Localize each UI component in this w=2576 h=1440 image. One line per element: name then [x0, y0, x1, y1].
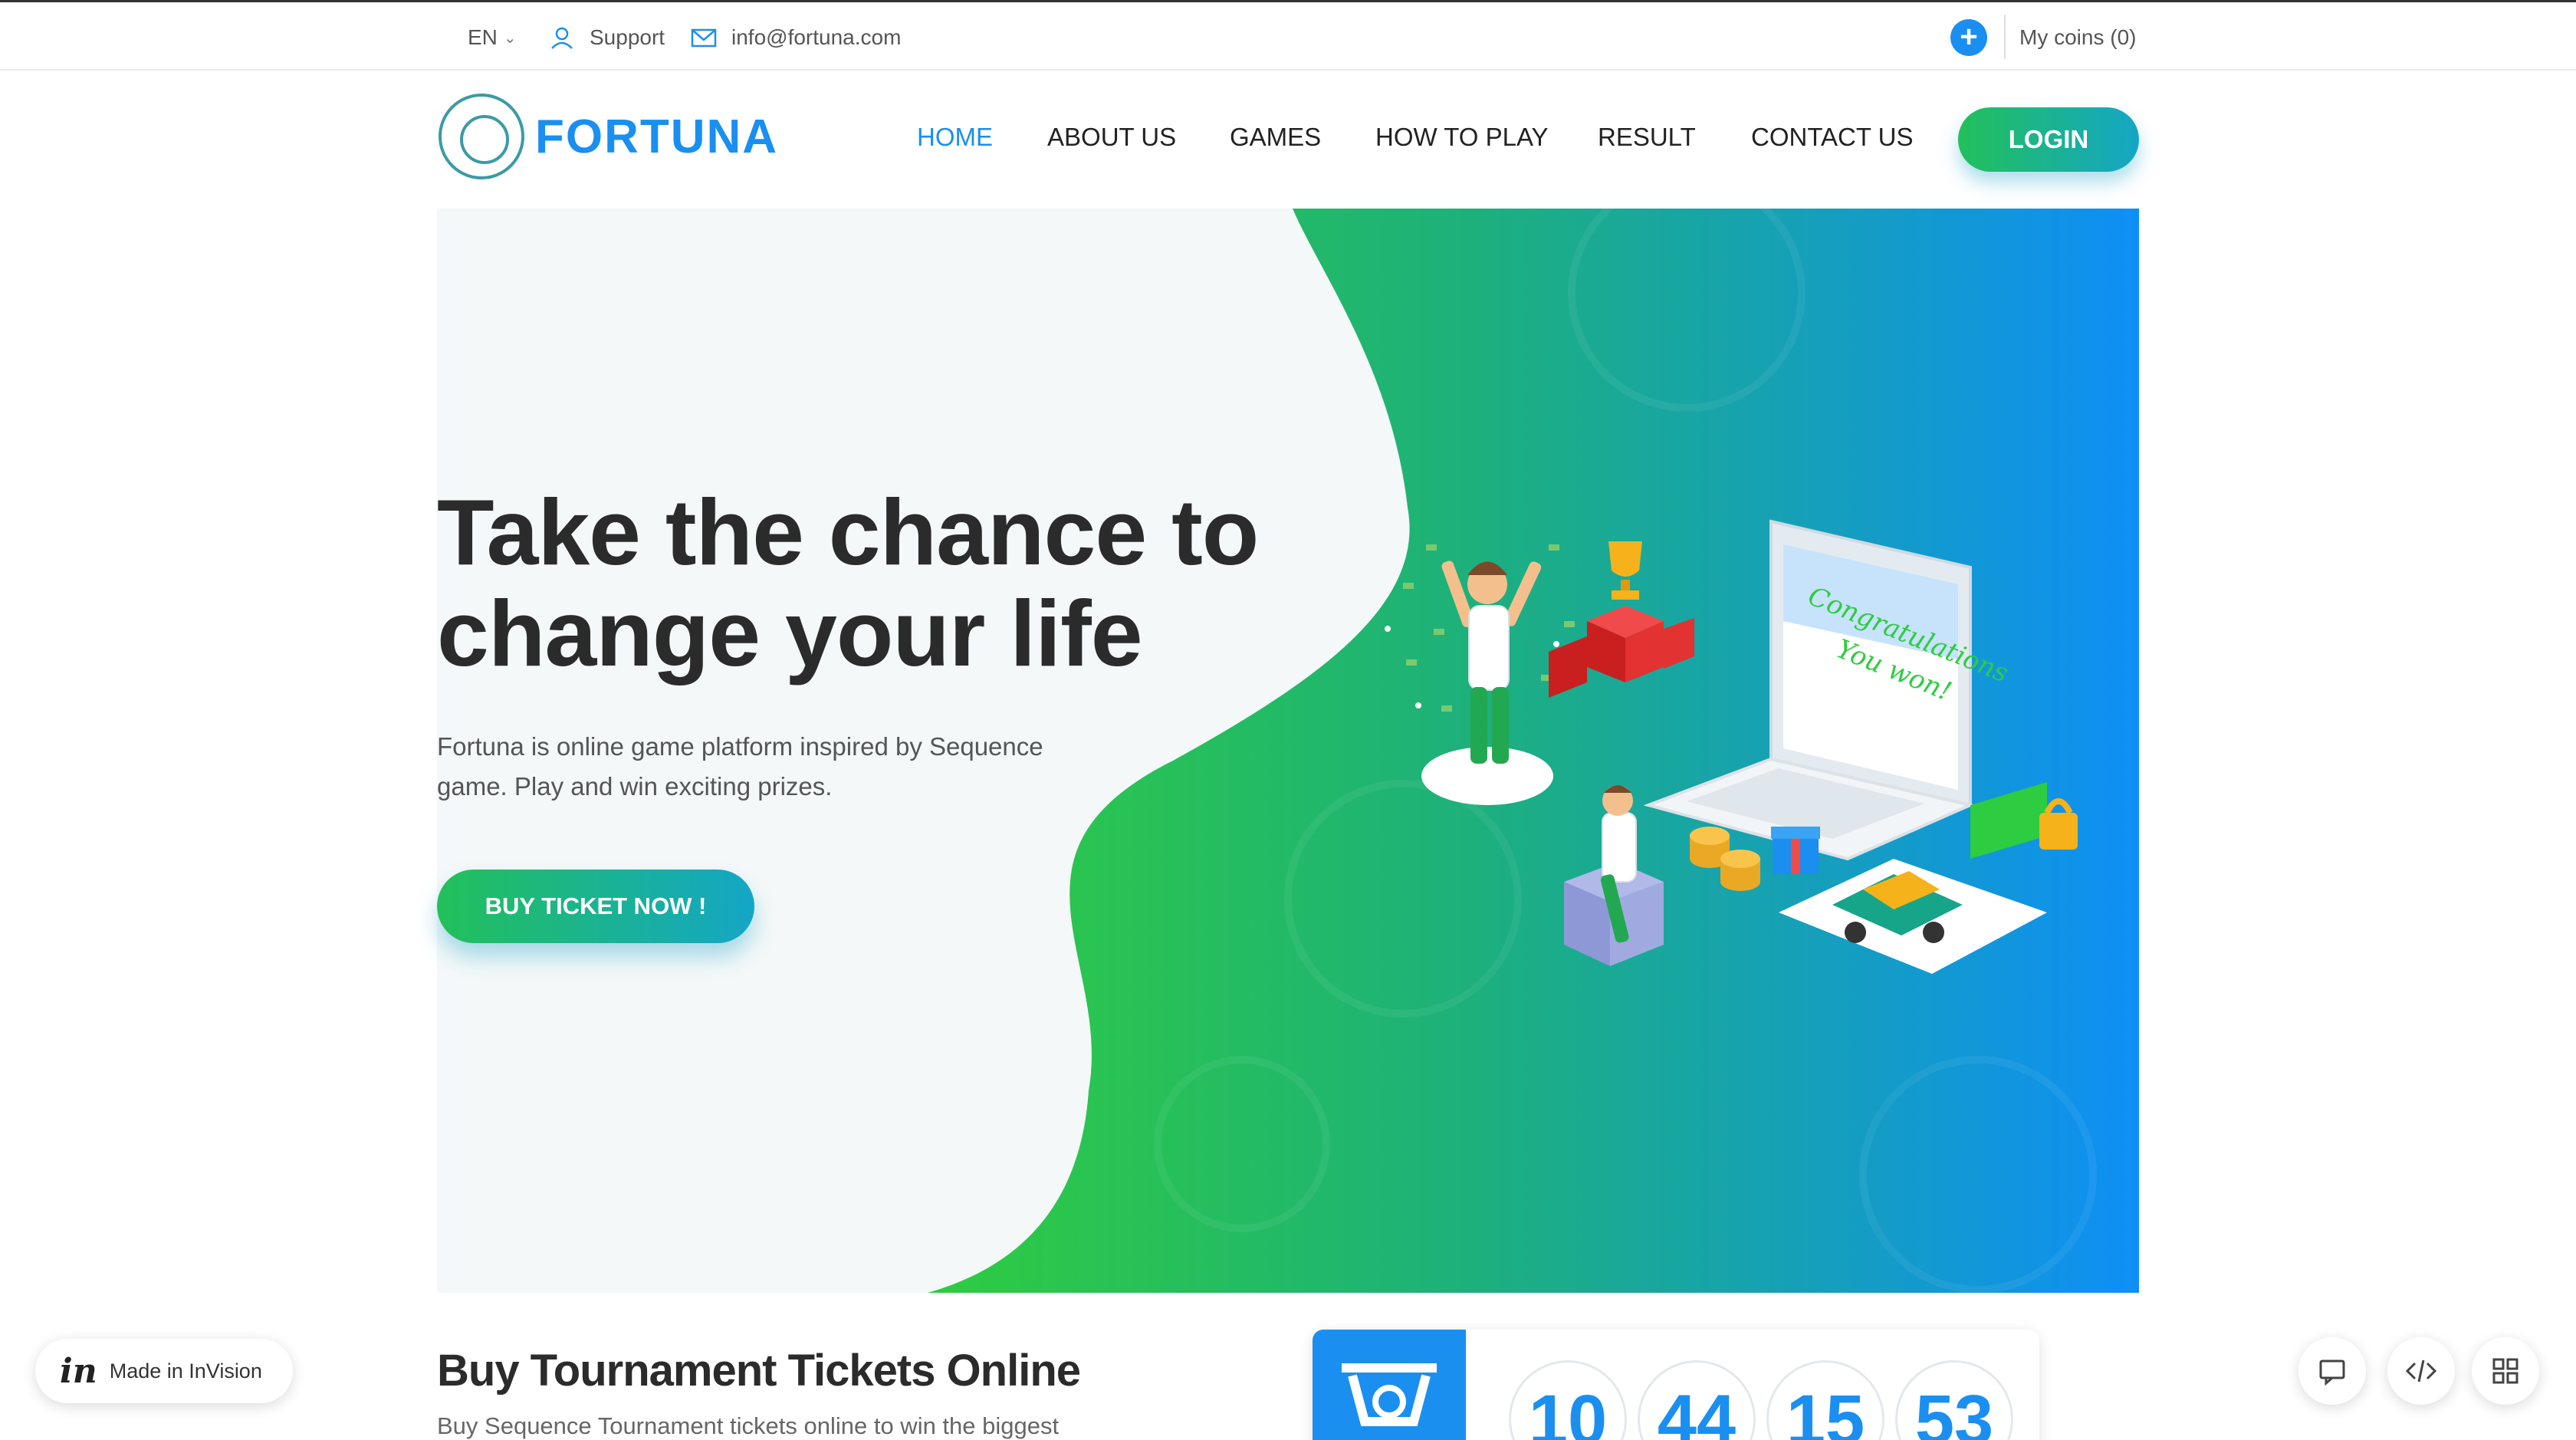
countdown-days: 10: [1509, 1360, 1627, 1440]
code-icon: [2405, 1359, 2437, 1382]
plus-icon: +: [1960, 20, 1978, 54]
support-link[interactable]: Support: [548, 22, 665, 53]
nav-home[interactable]: HOME: [917, 123, 993, 156]
chevron-down-icon: ⌄: [503, 29, 517, 47]
my-coins-link[interactable]: My coins (0): [2019, 22, 2136, 53]
add-coins-button[interactable]: +: [1950, 19, 1987, 56]
hero-description: Fortuna is online game platform inspired…: [437, 732, 1043, 801]
buy-ticket-button[interactable]: BUY TICKET NOW !: [437, 870, 754, 943]
support-agent-icon: [548, 24, 576, 51]
countdown-seconds: 53: [1895, 1360, 2013, 1440]
top-bar: EN ⌄ Support info@fortuna.com + My coins…: [0, 0, 2576, 71]
email-address: info@fortuna.com: [731, 25, 902, 49]
language-label: EN: [468, 25, 498, 49]
countdown-timer: 10 44 15 53: [1313, 1330, 2039, 1440]
nav-about-us[interactable]: ABOUT US: [1047, 123, 1176, 156]
topbar-divider: [2004, 15, 2006, 59]
grid-icon: [2492, 1358, 2518, 1384]
support-label: Support: [590, 25, 665, 49]
invision-logo: in: [60, 1351, 97, 1391]
my-coins-label: My coins (0): [2019, 25, 2137, 49]
nav-result[interactable]: RESULT: [1598, 123, 1696, 156]
ticket-basket-tile: [1313, 1330, 1466, 1440]
nav-games[interactable]: GAMES: [1230, 123, 1321, 156]
login-button[interactable]: LOGIN: [1958, 107, 2139, 172]
trophy-icon: [1608, 541, 1642, 600]
nav-contact-us[interactable]: CONTACT US: [1751, 123, 1913, 156]
invision-label: Made in InVision: [109, 1359, 262, 1382]
countdown-hours: 44: [1638, 1360, 1756, 1440]
comment-button[interactable]: [2298, 1337, 2366, 1405]
tournament-title: Buy Tournament Tickets Online: [437, 1346, 1081, 1396]
hero-illustration: Congratulations You won!: [1385, 519, 2078, 974]
language-selector[interactable]: EN ⌄: [468, 22, 517, 53]
comment-icon: [2319, 1359, 2345, 1386]
hero-title: Take the chance to change your life: [437, 480, 1259, 685]
brand-logo[interactable]: FORTUNA: [439, 94, 778, 179]
tournament-description: Buy Sequence Tournament tickets online t…: [437, 1412, 1060, 1439]
nav-how-to-play[interactable]: HOW TO PLAY: [1375, 123, 1549, 156]
brand-name: FORTUNA: [535, 110, 779, 163]
logo-emblem: [439, 94, 524, 179]
inspect-code-button[interactable]: [2387, 1337, 2455, 1405]
countdown-minutes: 15: [1766, 1360, 1884, 1440]
mail-icon: [690, 24, 718, 51]
screens-grid-button[interactable]: [2472, 1337, 2539, 1405]
basket-icon: [1342, 1363, 1437, 1426]
invision-badge[interactable]: in Made in InVision: [35, 1339, 293, 1403]
email-link[interactable]: info@fortuna.com: [690, 22, 901, 53]
